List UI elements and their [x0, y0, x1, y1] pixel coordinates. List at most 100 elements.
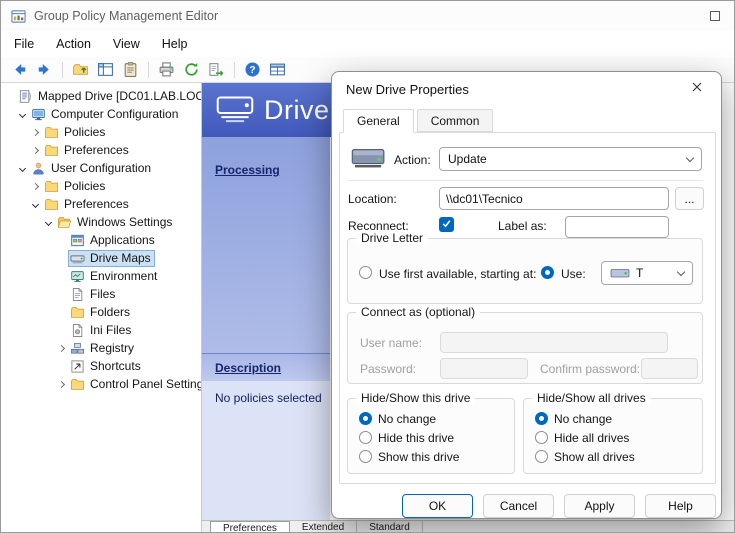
description-link[interactable]: Description: [215, 361, 281, 375]
radio-option-label: Hide all drives: [554, 431, 629, 445]
radio-option-no-change[interactable]: No change: [524, 409, 702, 428]
window-titlebar[interactable]: Group Policy Management Editor: [1, 1, 735, 31]
tree-item-label: Preferences: [64, 143, 129, 157]
dialog-titlebar[interactable]: New Drive Properties: [332, 72, 721, 104]
help-button[interactable]: Help: [645, 494, 716, 518]
menu-view[interactable]: View: [102, 33, 151, 55]
menu-action[interactable]: Action: [45, 33, 102, 55]
refresh-icon[interactable]: [181, 59, 202, 80]
dialog-tab-general[interactable]: General: [343, 109, 414, 133]
tree-item-policies[interactable]: Policies: [1, 123, 201, 141]
help-icon[interactable]: ?: [242, 59, 263, 80]
tree-item-label: Control Panel Setting: [90, 377, 202, 391]
password-input: [440, 358, 528, 379]
tree-item-preferences[interactable]: Preferences: [1, 141, 201, 159]
password-label: Password:: [360, 362, 416, 376]
tree-chevron-right-icon[interactable]: [55, 346, 68, 351]
menu-help[interactable]: Help: [151, 33, 199, 55]
tree-chevron-down-icon[interactable]: [42, 220, 55, 225]
toolbar-separator: [234, 62, 235, 78]
tree-item-files[interactable]: Files: [1, 285, 201, 303]
location-input[interactable]: [439, 187, 669, 210]
tree-chevron-right-icon[interactable]: [29, 148, 42, 153]
show-console-tree-icon[interactable]: [95, 59, 116, 80]
tree-item-policies[interactable]: Policies: [1, 177, 201, 195]
close-icon: [691, 80, 703, 98]
radio-option-hide-this-drive[interactable]: Hide this drive: [348, 428, 514, 447]
processing-link[interactable]: Processing: [215, 163, 280, 177]
reconnect-checkbox[interactable]: [439, 217, 454, 232]
browse-button[interactable]: ...: [675, 187, 704, 210]
tree-item-label: Drive Maps: [90, 251, 151, 265]
gpo-icon: [18, 89, 34, 104]
view-tab-strip: PreferencesExtendedStandard: [202, 520, 735, 533]
table-icon[interactable]: [267, 59, 288, 80]
view-tab-extended[interactable]: Extended: [290, 521, 357, 533]
dialog-close-button[interactable]: [681, 77, 713, 101]
tree-item-windows-settings[interactable]: Windows Settings: [1, 213, 201, 231]
check-icon: [441, 216, 452, 234]
clipboard-icon[interactable]: [120, 59, 141, 80]
tree-item-label: Shortcuts: [90, 359, 141, 373]
drive-letter-select[interactable]: T: [601, 261, 693, 285]
tree-item-mapped-drive-dc01-lab-loca[interactable]: Mapped Drive [DC01.LAB.LOCA: [1, 87, 201, 105]
window-title: Group Policy Management Editor: [34, 9, 218, 23]
radio-icon: [359, 431, 372, 444]
connect-as-group: Connect as (optional) User name: Passwor…: [347, 312, 703, 384]
use-first-available-label[interactable]: Use first available, starting at:: [379, 267, 536, 281]
tree-item-shortcuts[interactable]: Shortcuts: [1, 357, 201, 375]
use-radio[interactable]: [541, 266, 554, 279]
view-tab-standard[interactable]: Standard: [357, 521, 423, 533]
tree-chevron-right-icon[interactable]: [29, 184, 42, 189]
computer-icon: [31, 107, 47, 122]
tree-item-label: Folders: [90, 305, 130, 319]
tree-item-applications[interactable]: Applications: [1, 231, 201, 249]
forward-icon[interactable]: [34, 59, 55, 80]
cancel-button[interactable]: Cancel: [483, 494, 554, 518]
apply-button[interactable]: Apply: [564, 494, 635, 518]
menu-file[interactable]: File: [3, 33, 45, 55]
tree-item-folders[interactable]: Folders: [1, 303, 201, 321]
description-section: Description No policies selected: [202, 353, 330, 520]
tree-item-user-configuration[interactable]: User Configuration: [1, 159, 201, 177]
ini-icon: [70, 323, 86, 338]
radio-option-hide-all-drives[interactable]: Hide all drives: [524, 428, 702, 447]
use-first-available-radio[interactable]: [359, 266, 372, 279]
tree-chevron-right-icon[interactable]: [55, 382, 68, 387]
radio-option-label: Show all drives: [554, 450, 635, 464]
dialog-tab-common[interactable]: Common: [417, 109, 494, 132]
drive-letter-value: T: [636, 266, 643, 280]
export-list-icon[interactable]: [206, 59, 227, 80]
dialog-title: New Drive Properties: [346, 82, 469, 97]
view-tab-preferences[interactable]: Preferences: [210, 521, 290, 533]
back-icon[interactable]: [9, 59, 30, 80]
new-drive-properties-dialog: New Drive Properties GeneralCommon Actio…: [331, 71, 722, 519]
ok-button[interactable]: OK: [402, 494, 473, 518]
tree-chevron-down-icon[interactable]: [29, 202, 42, 207]
action-select[interactable]: Update: [439, 147, 702, 171]
tree-item-registry[interactable]: Registry: [1, 339, 201, 357]
use-label[interactable]: Use:: [561, 267, 586, 281]
tree-item-preferences[interactable]: Preferences: [1, 195, 201, 213]
tree-chevron-right-icon[interactable]: [29, 130, 42, 135]
tree-item-control-panel-setting[interactable]: Control Panel Setting: [1, 375, 201, 393]
maximize-button[interactable]: [710, 11, 720, 21]
action-value: Update: [448, 152, 487, 166]
radio-option-label: No change: [554, 412, 612, 426]
tree-item-label: Registry: [90, 341, 134, 355]
tree-item-drive-maps[interactable]: Drive Maps: [1, 249, 201, 267]
radio-option-show-all-drives[interactable]: Show all drives: [524, 447, 702, 466]
tree-item-ini-files[interactable]: Ini Files: [1, 321, 201, 339]
radio-option-show-this-drive[interactable]: Show this drive: [348, 447, 514, 466]
environment-icon: [70, 269, 86, 284]
hide-show-all-drives-group: Hide/Show all drives No changeHide all d…: [523, 398, 703, 474]
user-name-label: User name:: [360, 336, 422, 350]
print-icon[interactable]: [156, 59, 177, 80]
tree-chevron-down-icon[interactable]: [16, 112, 29, 117]
radio-option-no-change[interactable]: No change: [348, 409, 514, 428]
label-as-input[interactable]: [565, 216, 669, 238]
tree-item-environment[interactable]: Environment: [1, 267, 201, 285]
tree-item-computer-configuration[interactable]: Computer Configuration: [1, 105, 201, 123]
up-one-level-icon[interactable]: [70, 59, 91, 80]
tree-chevron-down-icon[interactable]: [16, 166, 29, 171]
